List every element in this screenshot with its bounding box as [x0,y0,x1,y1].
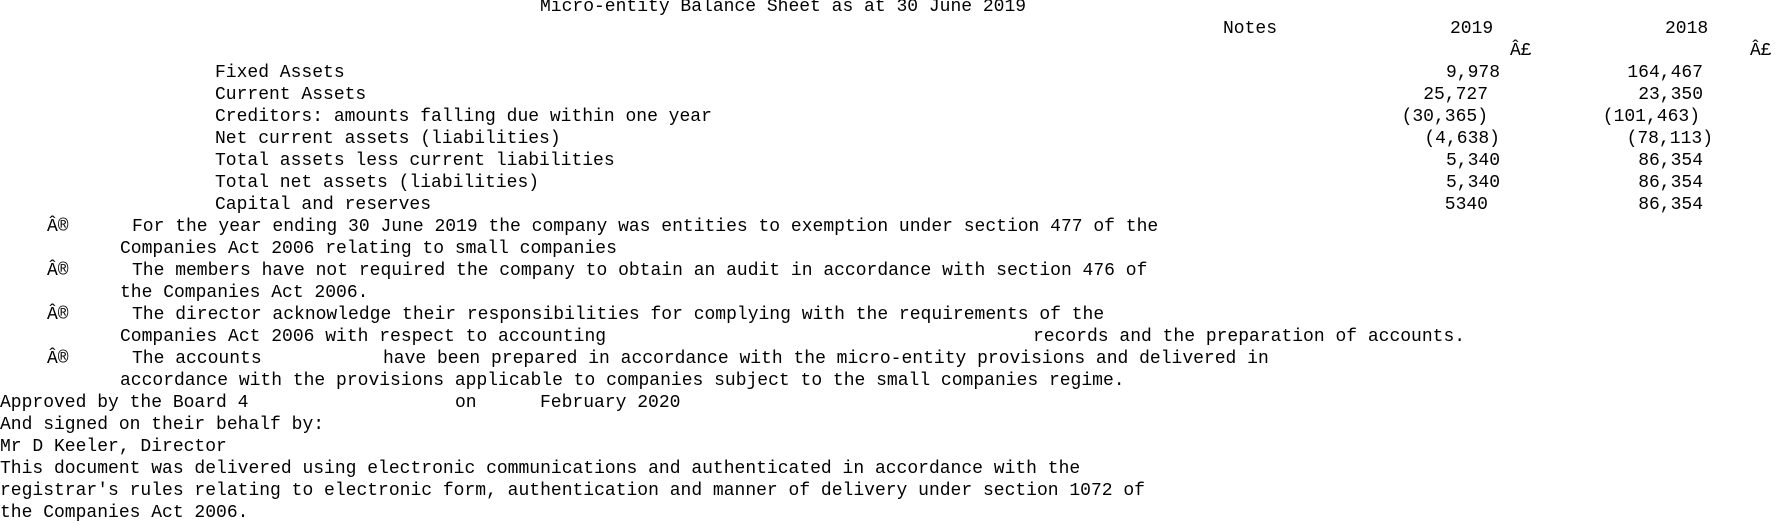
value-2019: 5340 [1444,195,1488,215]
statement-line: The accounts [132,349,262,369]
year-2019-column-header: 2019 [1450,19,1494,39]
footer-line: the Companies Act 2006. [0,503,249,523]
bullet-marker: Â® [47,217,69,237]
statement-line: the Companies Act 2006. [120,283,369,303]
value-2019: 5,340 [1445,173,1500,193]
approval-date: February 2020 [540,393,681,413]
value-2018: (101,463) [1602,107,1700,127]
row-label: Capital and reserves [215,195,432,215]
bullet-marker: Â® [47,305,69,325]
value-2019: 5,340 [1445,151,1500,171]
currency-2019-label: Â£ [1510,41,1532,61]
statement-line: accordance with the provisions applicabl… [120,371,1125,391]
approved-on-text: on [455,393,477,413]
value-2018: 164,467 [1627,63,1703,83]
value-2018: 86,354 [1638,195,1703,215]
notes-column-header: Notes [1223,19,1278,39]
statement-line: For the year ending 30 June 2019 the com… [132,217,1159,237]
approved-by-text: Approved by the Board 4 [0,393,249,413]
value-2019: (30,365) [1401,107,1488,127]
row-label: Current Assets [215,85,367,105]
bullet-marker: Â® [47,261,69,281]
value-2018: 86,354 [1638,173,1703,193]
row-label: Fixed Assets [215,63,345,83]
currency-2018-label: Â£ [1750,41,1772,61]
document-title: Micro-entity Balance Sheet as at 30 June… [540,0,1027,17]
row-label: Total assets less current liabilities [215,151,615,171]
statement-line: Companies Act 2006 relating to small com… [120,239,617,259]
value-2019: 25,727 [1423,85,1488,105]
year-2018-column-header: 2018 [1665,19,1709,39]
bullet-marker: Â® [47,349,69,369]
director-signature: Mr D Keeler, Director [0,437,227,457]
statement-line: The director acknowledge their responsib… [132,305,1105,325]
value-2018: 23,350 [1638,85,1703,105]
row-label: Net current assets (liabilities) [215,129,561,149]
row-label: Total net assets (liabilities) [215,173,540,193]
footer-line: registrar's rules relating to electronic… [0,481,1145,501]
row-label: Creditors: amounts falling due within on… [215,107,712,127]
value-2019: (4,638) [1424,129,1500,149]
statement-line: Companies Act 2006 with respect to accou… [120,327,607,347]
signed-on-behalf-text: And signed on their behalf by: [0,415,325,435]
statement-line: records and the preparation of accounts. [1033,327,1466,347]
value-2018: 86,354 [1638,151,1703,171]
value-2019: 9,978 [1445,63,1500,83]
footer-line: This document was delivered using electr… [0,459,1081,479]
statement-line: have been prepared in accordance with th… [383,349,1269,369]
value-2018: (78,113) [1626,129,1713,149]
statement-line: The members have not required the compan… [132,261,1148,281]
